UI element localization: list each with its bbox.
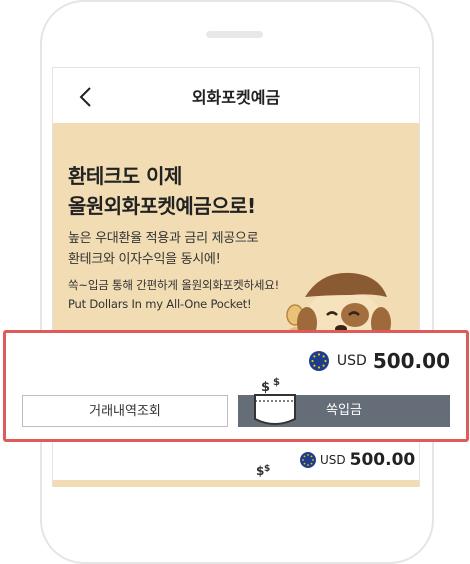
headline-line-2: 올원외화포켓예금으로!	[68, 194, 256, 218]
svg-text:$: $	[273, 377, 280, 388]
transaction-history-button[interactable]: 거래내역조회	[22, 395, 228, 427]
smalltext-line-2: Put Dollars In my All-One Pocket!	[68, 297, 252, 311]
subtext-line-1: 높은 우대환율 적용과 금리 제공으로	[68, 231, 259, 246]
headline-line-1: 환테크도 이제	[68, 164, 182, 188]
banner-smalltext: 쏙~입금 통해 간편하게 올원외화포켓하세요! Put Dollars In m…	[68, 276, 279, 314]
app-header: 외화포켓예금	[53, 68, 419, 122]
phone-speaker	[206, 31, 263, 38]
dollar-icon: $ $	[256, 464, 270, 478]
svg-text:$: $	[264, 464, 270, 474]
smalltext-line-1: 쏙~입금 통해 간편하게 올원외화포켓하세요!	[68, 278, 280, 292]
banner-subtext: 높은 우대환율 적용과 금리 제공으로 환테크와 이자수익을 동시에!	[68, 228, 259, 270]
page-title: 외화포켓예금	[191, 88, 281, 107]
balance-amount: 500.00	[372, 349, 450, 373]
highlighted-account-panel: USD 500.00 거래내역조회 쏙입금 $ $	[3, 330, 469, 442]
dollar-pocket-icon: $ $	[254, 377, 296, 425]
preview-currency: USD	[320, 453, 346, 467]
preview-balance: USD 500.00	[300, 449, 415, 471]
subtext-line-2: 환테크와 이자수익을 동시에!	[68, 252, 221, 267]
banner-headline: 환테크도 이제 올원외화포켓예금으로!	[68, 161, 256, 221]
svg-text:$: $	[261, 380, 270, 395]
preview-amount: 500.00	[349, 450, 416, 470]
account-balance: USD 500.00	[308, 349, 450, 373]
currency-code: USD	[336, 353, 367, 369]
eu-flag-icon	[308, 351, 329, 371]
eu-flag-icon	[300, 452, 316, 468]
